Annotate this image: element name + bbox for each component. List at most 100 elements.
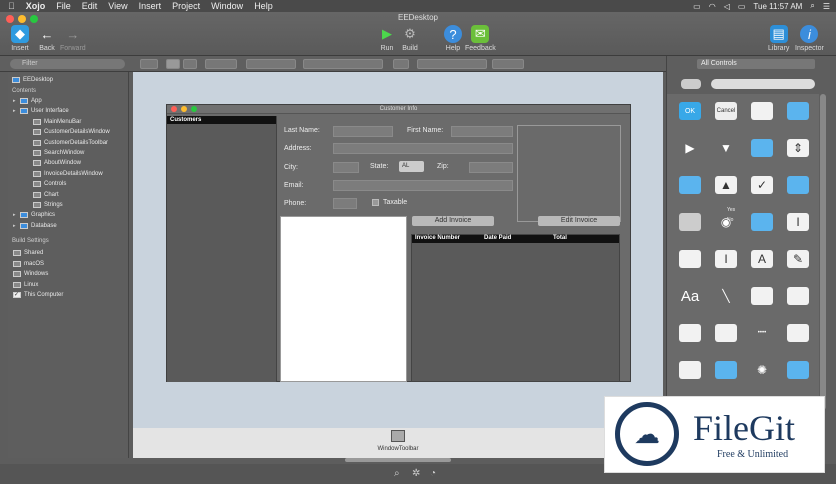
clock[interactable]: Tue 11:57 AM — [753, 2, 802, 11]
city-field[interactable] — [333, 162, 359, 173]
container-control[interactable] — [781, 318, 815, 348]
database-control[interactable] — [673, 207, 707, 237]
menu-project[interactable]: Project — [172, 1, 200, 11]
disclosure-icon[interactable]: ▸ — [13, 98, 19, 104]
slider-control[interactable] — [673, 170, 707, 200]
customers-list[interactable]: Customers — [167, 116, 277, 382]
photo-canvas[interactable] — [517, 125, 621, 222]
tab-panel-control[interactable] — [673, 244, 707, 274]
separator-control[interactable]: •••• — [745, 318, 779, 348]
bevel-button-control[interactable] — [745, 96, 779, 126]
window-toolbar-icon[interactable] — [391, 430, 405, 442]
display-icon[interactable]: ▭ — [693, 2, 701, 11]
invoice-number-header[interactable]: Invoice Number — [415, 235, 460, 241]
listbox-control[interactable] — [673, 355, 707, 385]
last-name-field[interactable] — [333, 126, 393, 137]
apple-menu-icon[interactable]:  — [8, 1, 15, 11]
menu-help[interactable]: Help — [254, 1, 273, 11]
inspector-button[interactable]: i Inspector — [795, 25, 824, 52]
order-group[interactable] — [303, 59, 383, 69]
feed-icon[interactable]: ◔ — [430, 468, 436, 479]
feedback-button[interactable]: ✉ Feedback — [465, 25, 496, 52]
navigator-item[interactable]: CustomerDetailsWindow — [26, 127, 110, 137]
popup-arrow-control[interactable]: ▼ — [709, 133, 743, 163]
build-target-item[interactable]: Shared — [13, 248, 43, 258]
navigator-item[interactable]: AboutWindow — [26, 158, 81, 168]
disclosure-icon[interactable]: ▸ — [13, 108, 19, 114]
add-invoice-button[interactable]: Add Invoice — [412, 216, 494, 226]
help-button[interactable]: ? Help — [444, 25, 462, 52]
navigator-item[interactable]: InvoiceDetailsWindow — [26, 169, 103, 179]
library-options-button[interactable] — [681, 79, 701, 89]
library-search-input[interactable] — [711, 79, 815, 89]
radio-group-control[interactable]: ◉ — [709, 207, 743, 237]
build-target-item[interactable]: macOS — [13, 259, 44, 269]
color-picker-control[interactable]: ✎ — [781, 244, 815, 274]
library-scrollbar[interactable] — [820, 94, 826, 410]
popup-menu-control[interactable] — [781, 170, 815, 200]
taxable-checkbox[interactable] — [372, 199, 379, 206]
navigator-item[interactable]: ▸ User Interface — [13, 106, 69, 116]
navigator-item[interactable]: Strings — [26, 200, 63, 210]
phone-field[interactable] — [333, 198, 357, 209]
search-icon[interactable]: ⌕ — [810, 1, 814, 11]
build-target-checkbox[interactable]: ✓ — [13, 292, 21, 298]
back-button[interactable]: ← Back — [38, 25, 56, 53]
navigator-item[interactable]: MainMenuBar — [26, 117, 81, 127]
oval-control[interactable] — [745, 281, 779, 311]
horizontal-scrollbar[interactable] — [345, 458, 451, 462]
first-name-field[interactable] — [451, 126, 513, 137]
disclosure-icon[interactable]: ▸ — [13, 212, 19, 218]
navigator-item[interactable]: Chart — [26, 190, 59, 200]
bug-icon[interactable]: ✲ — [412, 468, 420, 479]
text-area-control[interactable]: I — [709, 244, 743, 274]
invoices-listbox[interactable]: Invoice Number Date Paid Total — [411, 234, 620, 382]
build-target-checkbox[interactable] — [13, 250, 21, 256]
align-group[interactable] — [417, 59, 487, 69]
address-field[interactable] — [333, 143, 513, 154]
zip-field[interactable] — [469, 162, 513, 173]
canvas-control[interactable] — [781, 281, 815, 311]
label-control[interactable]: A — [745, 244, 779, 274]
add-menu-button[interactable] — [140, 59, 158, 69]
updown-arrows-control[interactable]: ⇕ — [781, 133, 815, 163]
layout-mode-button[interactable] — [166, 59, 180, 69]
checkbox-control[interactable]: ✓ — [745, 170, 779, 200]
build-target-checkbox[interactable] — [13, 271, 21, 277]
slider-thumb-control[interactable] — [745, 207, 779, 237]
list-icon[interactable]: ☰ — [823, 2, 830, 11]
customer-info-window[interactable]: Customer Info Customers Last Name: First… — [166, 104, 631, 382]
menu-file[interactable]: File — [56, 1, 71, 11]
navigator-item[interactable]: ▸ App — [13, 96, 42, 106]
filter-input[interactable]: Filter — [10, 59, 125, 69]
lock-group[interactable] — [205, 59, 237, 69]
progress-wheel-control[interactable]: ✺ — [745, 355, 779, 385]
navigator-item[interactable]: CustomerDetailsToolbar — [26, 138, 108, 148]
disclosure-icon[interactable]: ▸ — [13, 223, 19, 229]
date-paid-header[interactable]: Date Paid — [484, 235, 511, 241]
stepper-control[interactable]: ▲ — [709, 170, 743, 200]
app-menu[interactable]: Xojo — [26, 1, 46, 11]
build-target-item[interactable]: Windows — [13, 269, 48, 279]
menu-window[interactable]: Window — [211, 1, 243, 11]
search-icon[interactable]: ⌕ — [394, 468, 400, 479]
menu-view[interactable]: View — [108, 1, 127, 11]
progress-bar-control[interactable] — [781, 355, 815, 385]
navigator-item[interactable]: ▸ Graphics — [13, 210, 55, 220]
distribute-group[interactable] — [492, 59, 524, 69]
navigator-item[interactable]: Controls — [26, 179, 66, 189]
image-well-control[interactable] — [781, 96, 815, 126]
tab-control[interactable] — [709, 355, 743, 385]
build-button[interactable]: ⚙ Build — [401, 25, 419, 52]
line-control[interactable]: ╲ — [709, 281, 743, 311]
view-mode-button[interactable] — [183, 59, 197, 69]
state-select[interactable]: AL — [399, 161, 424, 172]
cancel-button-control[interactable]: Cancel — [709, 96, 743, 126]
forward-button[interactable]: → Forward — [60, 25, 86, 53]
arrange-group[interactable] — [246, 59, 296, 69]
disclosure-triangle-control[interactable]: ▶ — [673, 133, 707, 163]
ok-button-control[interactable]: OK — [673, 96, 707, 126]
volume-icon[interactable]: ◁ — [724, 2, 730, 11]
insert-button[interactable]: ◆ Insert — [11, 25, 29, 52]
notes-textarea[interactable] — [280, 216, 407, 382]
